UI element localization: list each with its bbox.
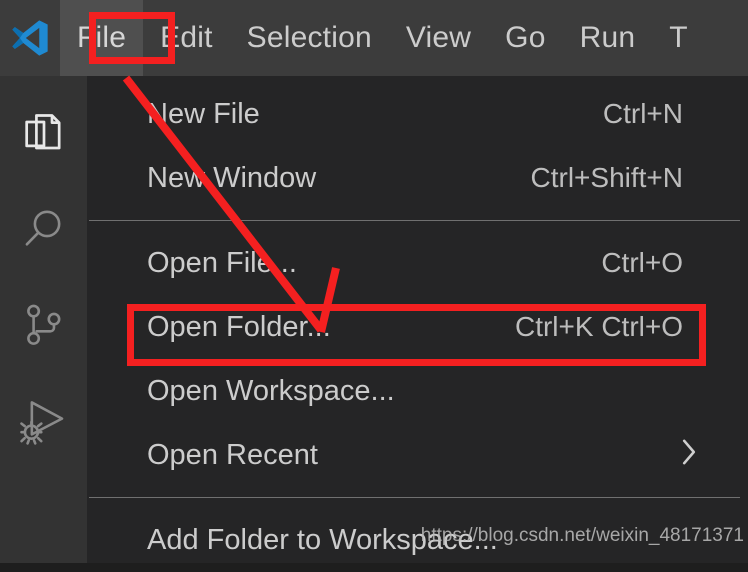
menu-item-open-workspace[interactable]: Open Workspace...	[87, 359, 748, 423]
menubar-item-selection-label: Selection	[247, 21, 372, 55]
menu-item-open-folder-label: Open Folder...	[147, 311, 515, 344]
menubar-item-selection[interactable]: Selection	[230, 0, 389, 76]
menu-separator-2	[89, 497, 740, 498]
sidebar-item-search[interactable]	[0, 185, 87, 280]
menubar-item-terminal-label: T	[669, 21, 688, 55]
vscode-window: File Edit Selection View Go Run T	[0, 0, 748, 563]
run-and-debug-icon	[17, 393, 71, 452]
sidebar-item-source-control[interactable]	[0, 280, 87, 375]
menu-separator-1	[89, 220, 740, 221]
menubar-item-file-label: File	[77, 21, 126, 55]
file-menu-dropdown: New File Ctrl+N New Window Ctrl+Shift+N …	[87, 76, 748, 563]
menu-item-open-file-label: Open File...	[147, 247, 601, 280]
menu-item-open-folder-accelerator: Ctrl+K Ctrl+O	[515, 311, 748, 343]
menubar-item-view[interactable]: View	[389, 0, 488, 76]
menubar-item-go-label: Go	[505, 21, 545, 55]
vscode-logo-icon	[0, 0, 60, 76]
menu-item-open-folder[interactable]: Open Folder... Ctrl+K Ctrl+O	[87, 295, 748, 359]
title-bar: File Edit Selection View Go Run T	[0, 0, 748, 76]
menu-item-new-window[interactable]: New Window Ctrl+Shift+N	[87, 146, 748, 210]
menu-item-new-file-accelerator: Ctrl+N	[603, 98, 748, 130]
menubar-item-edit-label: Edit	[160, 21, 213, 55]
menu-bar: File Edit Selection View Go Run T	[60, 0, 705, 76]
source-control-branch-icon	[18, 299, 70, 356]
menu-item-open-recent[interactable]: Open Recent	[87, 423, 748, 487]
menubar-item-run[interactable]: Run	[563, 0, 653, 76]
menu-item-open-file[interactable]: Open File... Ctrl+O	[87, 231, 748, 295]
sidebar-item-run-debug[interactable]	[0, 375, 87, 470]
menubar-item-view-label: View	[406, 21, 471, 55]
menu-item-new-file[interactable]: New File Ctrl+N	[87, 82, 748, 146]
menu-item-open-recent-label: Open Recent	[147, 439, 748, 472]
menu-item-open-workspace-label: Open Workspace...	[147, 375, 683, 408]
menu-item-new-window-accelerator: Ctrl+Shift+N	[531, 162, 748, 194]
watermark-text: https://blog.csdn.net/weixin_48171371	[421, 525, 744, 547]
menubar-item-go[interactable]: Go	[488, 0, 562, 76]
chevron-right-icon	[678, 436, 700, 474]
sidebar-item-explorer[interactable]	[0, 90, 87, 185]
menu-item-new-window-label: New Window	[147, 162, 531, 195]
menubar-item-run-label: Run	[580, 21, 636, 55]
menubar-item-edit[interactable]: Edit	[143, 0, 230, 76]
menubar-item-terminal[interactable]: T	[652, 0, 705, 76]
files-icon	[18, 109, 70, 166]
activity-bar	[0, 76, 87, 563]
menu-item-new-file-label: New File	[147, 98, 603, 131]
search-icon	[18, 204, 70, 261]
menu-item-open-file-accelerator: Ctrl+O	[601, 247, 748, 279]
menubar-item-file[interactable]: File	[60, 0, 143, 76]
